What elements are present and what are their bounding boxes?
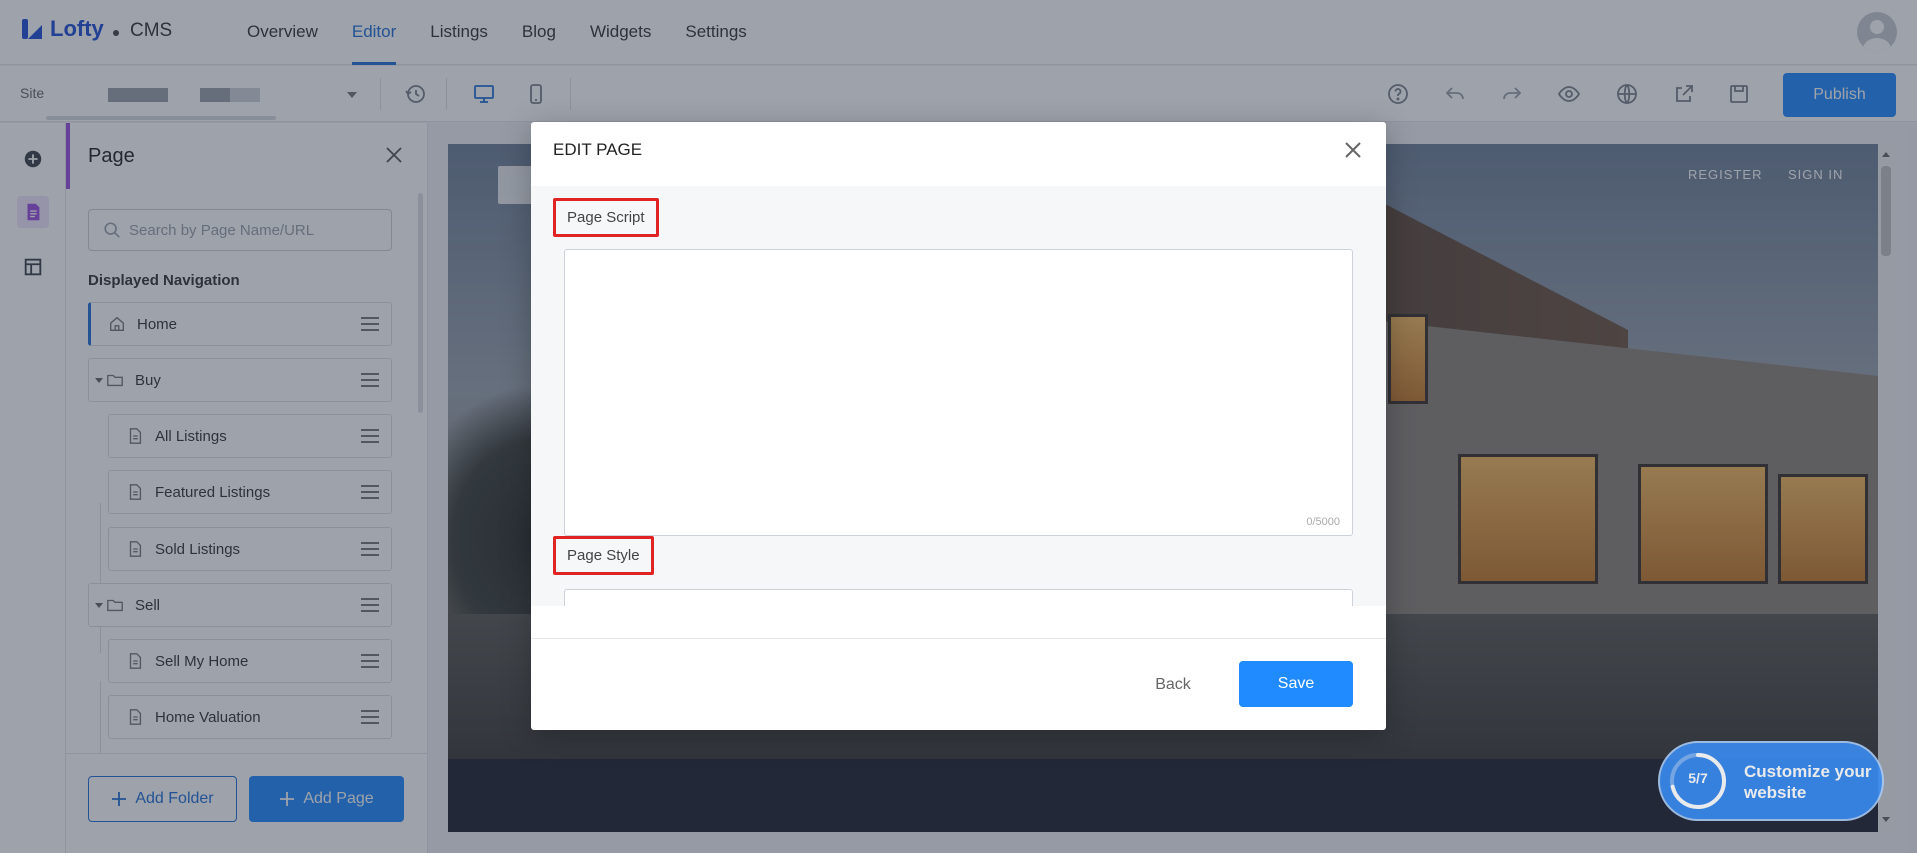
modal-title: EDIT PAGE: [553, 140, 643, 159]
page-script-counter: 0/5000: [1306, 516, 1340, 528]
page-script-input[interactable]: [577, 260, 1339, 505]
page-style-label: Page Style: [553, 536, 654, 575]
page-script-label: Page Script: [553, 198, 659, 237]
customize-label: Customize your website: [1744, 762, 1872, 802]
customize-website-widget[interactable]: 5/7 Customize your website: [1658, 741, 1884, 821]
close-icon[interactable]: [1341, 138, 1365, 162]
modal-body: Page Script 0/5000 Page Style: [531, 186, 1386, 606]
save-button[interactable]: Save: [1239, 661, 1353, 707]
modal-footer: Back Save: [531, 638, 1386, 730]
progress-count: 5/7: [1688, 770, 1708, 786]
edit-page-modal: EDIT PAGE Page Script 0/5000 Page Style …: [531, 122, 1386, 730]
page-style-field[interactable]: [564, 589, 1353, 606]
page-script-field[interactable]: 0/5000: [564, 249, 1353, 536]
back-button[interactable]: Back: [1128, 663, 1218, 707]
